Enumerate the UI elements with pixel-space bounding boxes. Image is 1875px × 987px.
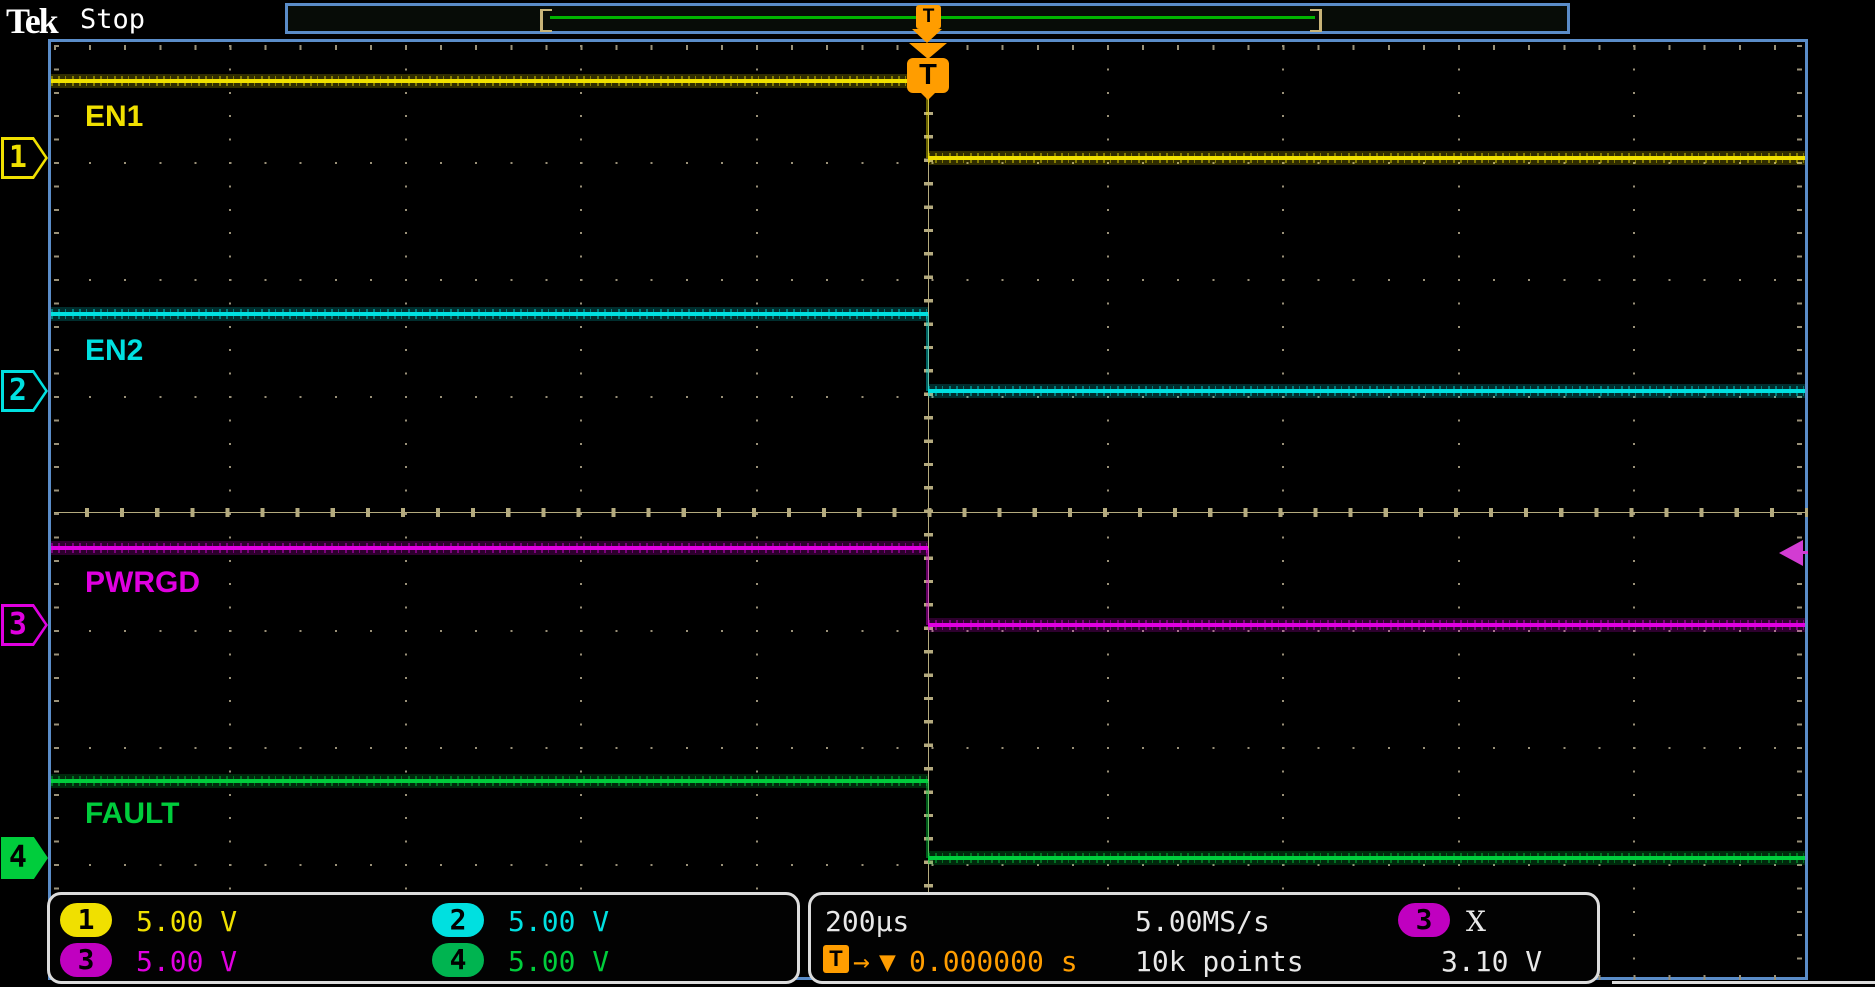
sample-rate-readout: 5.00MS/s — [1135, 905, 1270, 938]
oscilloscope-screen: Tek Stop EN1 — [0, 0, 1875, 987]
ch3-scale-readout: 5.00 V — [136, 945, 237, 978]
trigger-level-arrow-icon — [1779, 540, 1803, 566]
center-horizontal-axis — [54, 508, 1808, 517]
ch3-trace-high — [51, 546, 928, 550]
ch1-badge: 1 — [60, 903, 112, 937]
ch3-ground-marker: 3 — [1, 604, 48, 646]
trigger-position-marker-point — [920, 92, 936, 100]
ch1-ground-marker-number: 1 — [1, 140, 35, 175]
ch3-badge: 3 — [60, 943, 112, 977]
ch3-trace-falling-edge — [926, 548, 929, 625]
edge-ticks-left — [54, 45, 59, 980]
ch4-trace-high — [51, 779, 928, 783]
ch2-scale-readout: 5.00 V — [508, 905, 609, 938]
ch4-scale-readout: 5.00 V — [508, 945, 609, 978]
ch2-ground-marker-number: 2 — [1, 373, 35, 408]
ch4-trace-low — [928, 856, 1805, 860]
ch4-ground-marker: 4 — [1, 837, 48, 879]
trigger-icon-readout: T — [823, 945, 849, 973]
ch3-signal-label: PWRGD — [85, 566, 200, 600]
ch1-scale-readout: 5.00 V — [136, 905, 237, 938]
trigger-arrow-glyph: → — [853, 945, 870, 978]
trigger-arrow-topbar-icon — [912, 29, 942, 43]
ch1-trace-high — [51, 79, 928, 83]
ch2-ground-marker: 2 — [1, 370, 48, 412]
ch2-signal-label: EN2 — [85, 334, 143, 368]
timebase-trigger-readout-box: 200µs 5.00MS/s 3 X T → ▼ 0.000000 s 10k … — [808, 892, 1600, 984]
trigger-slope-marker-glyph: ▼ — [879, 945, 896, 978]
trigger-level-readout: 3.10 V — [1441, 945, 1542, 978]
ch3-ground-marker-number: 3 — [1, 607, 35, 642]
bottom-panel-edge — [1612, 981, 1875, 984]
ch2-badge: 2 — [432, 903, 484, 937]
trigger-slope-symbol: X — [1466, 905, 1486, 938]
timebase-scale-readout: 200µs — [825, 905, 909, 938]
record-view-left-bracket — [540, 9, 552, 32]
ch3-trace-low — [928, 623, 1805, 627]
ch1-ground-marker: 1 — [1, 137, 48, 179]
trigger-position-arrow-icon — [909, 43, 947, 59]
record-view-right-bracket — [1310, 9, 1322, 32]
record-length-readout: 10k points — [1135, 945, 1304, 978]
acquisition-status: Stop — [80, 4, 145, 35]
ch2-trace-falling-edge — [926, 314, 929, 391]
ch4-trace-falling-edge — [926, 781, 929, 858]
ch2-trace-low — [928, 389, 1805, 393]
tek-logo: Tek — [6, 0, 57, 42]
trigger-position-marker: T — [907, 58, 949, 93]
channel-readout-box: 1 5.00 V 2 5.00 V 3 5.00 V 4 5.00 V — [47, 892, 800, 984]
trigger-level-arrow-tail — [1801, 551, 1808, 554]
ch4-badge: 4 — [432, 943, 484, 977]
ch4-ground-marker-number: 4 — [1, 840, 35, 875]
trigger-icon-topbar: T — [916, 5, 941, 29]
trigger-position-readout: 0.000000 s — [909, 945, 1078, 978]
edge-ticks-right — [1797, 45, 1802, 980]
ch2-trace-high — [51, 312, 928, 316]
ch1-signal-label: EN1 — [85, 100, 143, 134]
ch1-trace-low — [928, 156, 1805, 160]
trigger-source-badge: 3 — [1398, 903, 1450, 937]
ch4-signal-label: FAULT — [85, 797, 179, 831]
